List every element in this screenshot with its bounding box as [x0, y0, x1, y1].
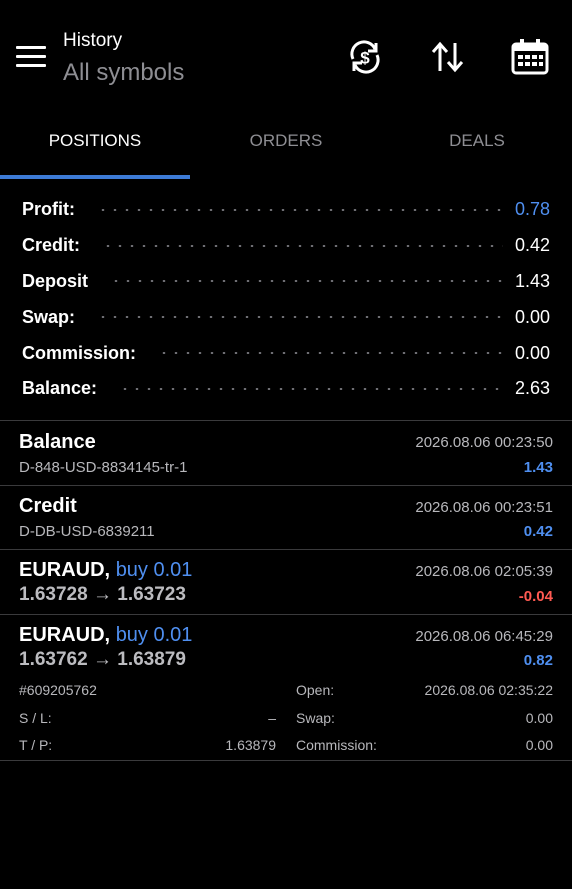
position-record[interactable]: EURAUD, buy 0.01 1.63728 → 1.63723 2026.… — [0, 550, 572, 614]
commission-value: 0.00 — [525, 737, 553, 753]
tp-value: 1.63879 — [225, 737, 276, 753]
ticket-number: #609205762 — [19, 682, 97, 698]
summary-label: Profit: — [22, 199, 75, 220]
tab-bar: POSITIONS ORDERS DEALS — [0, 112, 572, 180]
record-prices: 1.63762 → 1.63879 — [19, 649, 186, 671]
record-datetime: 2026.08.06 00:23:50 — [415, 434, 553, 451]
summary-label: Deposit — [22, 270, 89, 291]
summary-label: Credit: — [22, 235, 80, 256]
summary-value: 0.78 — [514, 199, 550, 220]
summary-row-credit: Credit: 0.42 — [0, 228, 572, 264]
trade-action: buy 0.01 — [115, 624, 193, 646]
tp-label: T / P: — [19, 737, 53, 753]
commission-label: Commission: — [296, 737, 377, 753]
record-comment: D-DB-USD-6839211 — [19, 523, 155, 540]
sl-label: S / L: — [19, 710, 52, 726]
price-close: 1.63879 — [117, 649, 186, 670]
record-value: 1.43 — [523, 459, 553, 476]
history-record[interactable]: Credit D-DB-USD-6839211 2026.08.06 00:23… — [0, 486, 572, 549]
open-value: 2026.08.06 02:35:22 — [424, 682, 553, 698]
record-symbol: EURAUD, buy 0.01 — [19, 624, 192, 647]
summary-label: Balance: — [22, 378, 98, 399]
summary-panel: Profit: 0.78 Credit: 0.42 Deposit 1.43 S… — [0, 192, 572, 407]
record-prices: 1.63728 → 1.63723 — [19, 584, 186, 606]
price-open: 1.63762 — [19, 649, 88, 670]
summary-value: 0.00 — [514, 306, 550, 327]
trade-action: buy 0.01 — [115, 559, 193, 581]
record-datetime: 2026.08.06 06:45:29 — [415, 628, 553, 645]
symbol-name: EURAUD, — [19, 559, 111, 581]
active-tab-indicator — [0, 175, 190, 179]
price-close: 1.63723 — [117, 584, 186, 605]
svg-text:$: $ — [360, 49, 370, 68]
symbol-name: EURAUD, — [19, 624, 111, 646]
record-profit: 0.82 — [523, 652, 553, 669]
record-datetime: 2026.08.06 02:05:39 — [415, 563, 553, 580]
summary-row-deposit: Deposit 1.43 — [0, 264, 572, 300]
price-open: 1.63728 — [19, 584, 88, 605]
dot-leader — [110, 280, 503, 283]
app-header: History All symbols $ — [0, 0, 572, 112]
summary-row-swap: Swap: 0.00 — [0, 299, 572, 335]
swap-label: Swap: — [296, 710, 335, 726]
summary-row-balance: Balance: 2.63 — [0, 371, 572, 407]
record-name: Balance — [19, 431, 96, 453]
summary-row-profit: Profit: 0.78 — [0, 192, 572, 228]
tab-deals[interactable]: DEALS — [382, 112, 572, 174]
record-name: Credit — [19, 495, 77, 517]
summary-value: 0.00 — [514, 342, 550, 363]
arrow-icon: → — [92, 649, 112, 670]
record-value: 0.42 — [523, 523, 553, 540]
symbol-filter[interactable]: All symbols — [63, 59, 184, 87]
summary-label: Commission: — [22, 342, 137, 363]
dot-leader — [97, 316, 503, 319]
menu-icon[interactable] — [16, 46, 46, 68]
record-comment: D-848-USD-8834145-tr-1 — [19, 459, 188, 476]
summary-row-commission: Commission: 0.00 — [0, 335, 572, 371]
sort-arrows-icon[interactable] — [428, 37, 468, 77]
dot-leader — [119, 387, 503, 390]
open-label: Open: — [296, 682, 335, 698]
summary-value: 0.42 — [514, 235, 550, 256]
summary-value: 1.43 — [514, 270, 550, 291]
position-record-expanded[interactable]: EURAUD, buy 0.01 1.63762 → 1.63879 2026.… — [0, 615, 572, 760]
record-symbol: EURAUD, buy 0.01 — [19, 559, 192, 582]
tab-orders[interactable]: ORDERS — [191, 112, 381, 174]
page-title: History — [63, 30, 123, 51]
dot-leader — [97, 208, 503, 211]
dot-leader — [158, 352, 503, 355]
record-profit: -0.04 — [518, 588, 553, 605]
record-datetime: 2026.08.06 00:23:51 — [415, 499, 553, 516]
currency-sync-icon[interactable]: $ — [345, 37, 385, 77]
tab-positions[interactable]: POSITIONS — [0, 112, 190, 174]
history-record[interactable]: Balance D-848-USD-8834145-tr-1 2026.08.0… — [0, 421, 572, 485]
summary-label: Swap: — [22, 306, 76, 327]
swap-value: 0.00 — [525, 710, 553, 726]
arrow-icon: → — [92, 584, 112, 605]
sl-value: – — [268, 710, 276, 726]
calendar-icon[interactable] — [510, 37, 550, 77]
dot-leader — [102, 244, 503, 247]
divider — [0, 760, 572, 761]
summary-value: 2.63 — [514, 378, 550, 399]
